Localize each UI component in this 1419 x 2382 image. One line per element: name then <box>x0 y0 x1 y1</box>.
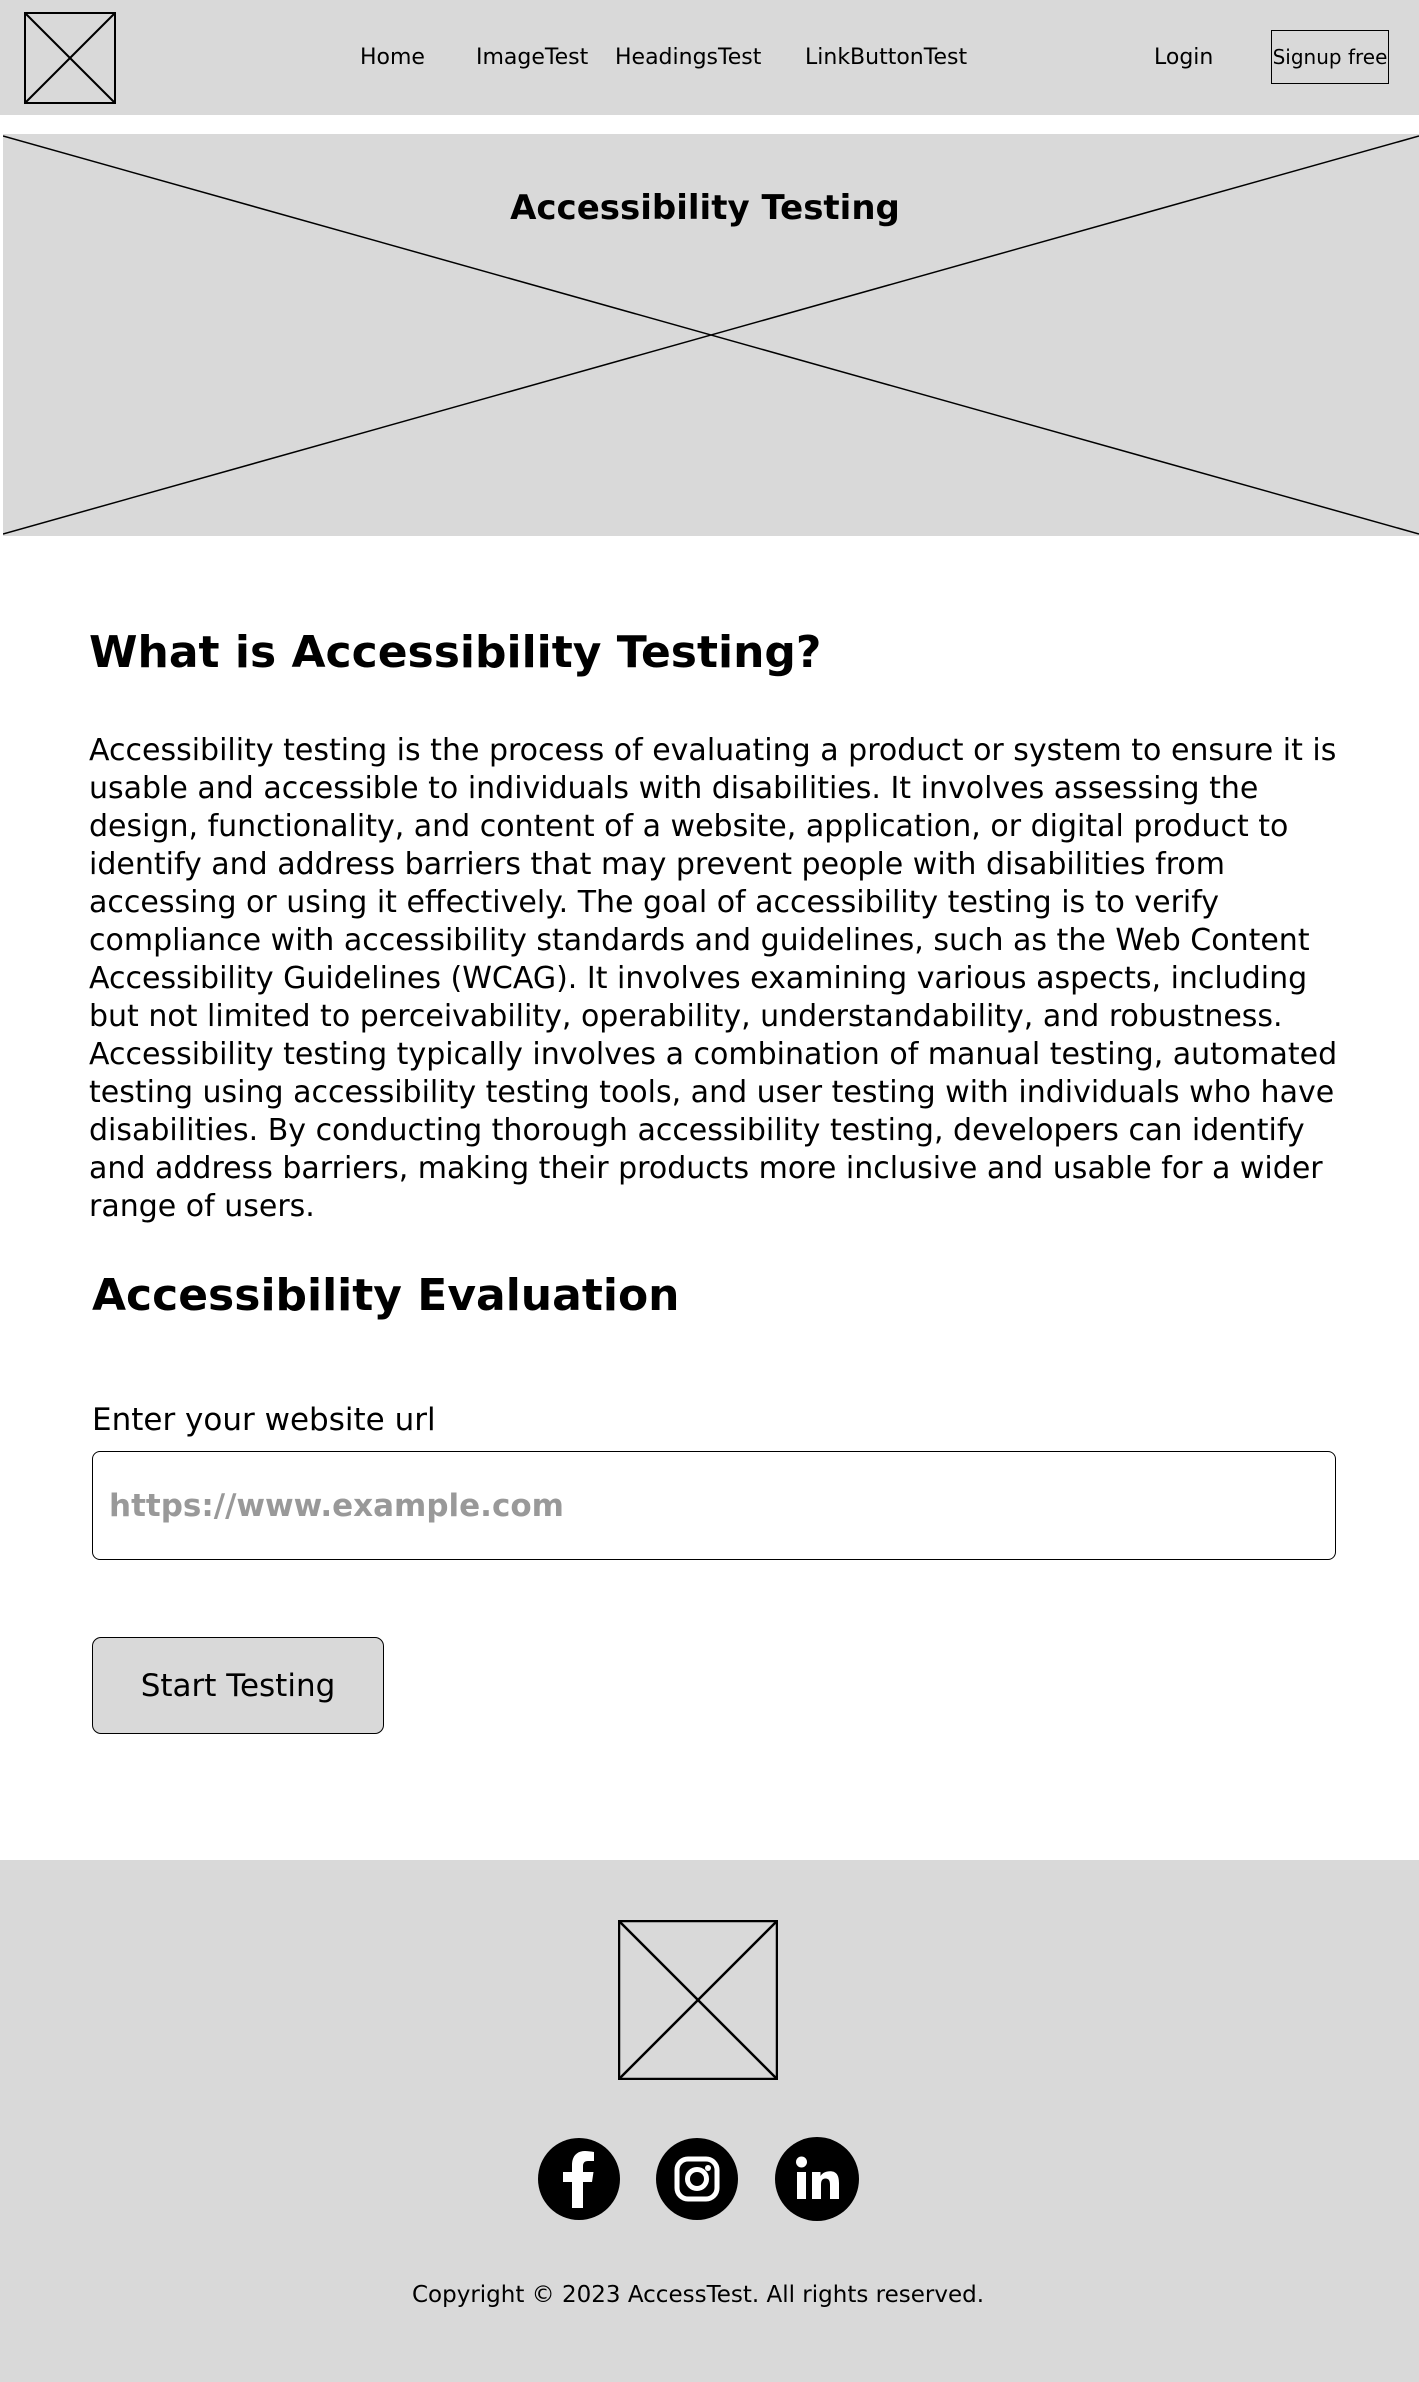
website-url-input[interactable] <box>92 1451 1336 1560</box>
instagram-icon[interactable] <box>656 2138 738 2220</box>
nav-imagetest-link[interactable]: ImageTest <box>476 44 588 72</box>
login-link[interactable]: Login <box>1154 44 1213 72</box>
page-heading: What is Accessibility Testing? <box>89 627 822 678</box>
facebook-icon[interactable] <box>538 2138 620 2220</box>
url-input-label: Enter your website url <box>92 1402 436 1438</box>
nav-linkbuttontest-link[interactable]: LinkButtonTest <box>805 44 967 72</box>
nav-headingstest-link[interactable]: HeadingsTest <box>615 44 761 72</box>
nav-home-link[interactable]: Home <box>360 44 425 72</box>
hero-banner: Accessibility Testing <box>3 134 1419 536</box>
linkedin-icon[interactable] <box>775 2137 859 2221</box>
signup-button[interactable]: Signup free <box>1271 30 1389 84</box>
logo-image-placeholder-icon[interactable] <box>24 12 116 104</box>
hero-title: Accessibility Testing <box>510 188 900 228</box>
intro-paragraph: Accessibility testing is the process of … <box>89 733 1338 1224</box>
copyright-text: Copyright © 2023 AccessTest. All rights … <box>411 2282 985 2308</box>
start-testing-button[interactable]: Start Testing <box>92 1637 384 1734</box>
evaluation-heading: Accessibility Evaluation <box>92 1270 680 1321</box>
footer-image-placeholder-icon <box>617 1919 779 2081</box>
